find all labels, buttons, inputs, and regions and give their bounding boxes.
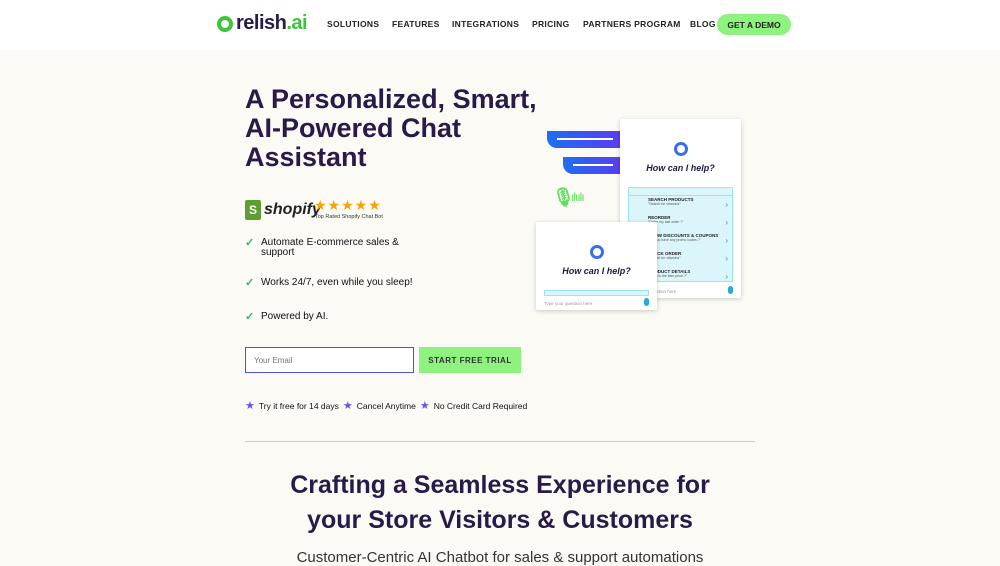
feature-item: ✓ Powered by AI. <box>245 311 329 323</box>
feature-item: ✓ Works 24/7, even while you sleep! <box>245 277 413 289</box>
star-icon: ★ <box>419 400 430 412</box>
email-input[interactable] <box>245 347 414 373</box>
chat-bubble-graphic <box>563 157 623 174</box>
section-title: Crafting a Seamless Experience for your S… <box>290 471 710 534</box>
nav-integrations[interactable]: INTEGRATIONS <box>452 19 519 29</box>
chat-option[interactable]: SEARCH PRODUCTS "Search for vitamins" <box>629 197 732 214</box>
get-demo-button[interactable]: GET A DEMO <box>717 14 791 35</box>
check-icon: ✓ <box>245 237 255 249</box>
chat-bubble-graphic <box>547 131 623 148</box>
header: relish.ai SOLUTIONS FEATURES INTEGRATION… <box>0 0 1000 50</box>
section-subtitle: Customer-Centric AI Chatbot for sales & … <box>296 549 704 566</box>
start-free-trial-button[interactable]: START FREE TRIAL <box>419 347 521 373</box>
shopify-bag-icon: S <box>245 200 261 220</box>
nav-partners-program[interactable]: PARTNERS PROGRAM <box>583 19 681 29</box>
logo-chat-icon <box>217 15 233 32</box>
feature-item: ✓ Automate E-commerce sales & support <box>245 237 399 258</box>
hero-title: A Personalized, Smart, AI-Powered Chat A… <box>245 84 537 172</box>
divider <box>245 441 755 442</box>
mic-icon[interactable] <box>728 286 733 294</box>
soundwave-icon: ılıılı <box>571 190 585 204</box>
nav-features[interactable]: FEATURES <box>392 19 440 29</box>
chat-widget-small: How can I help? Type your question here <box>536 222 657 310</box>
logo[interactable]: relish.ai <box>217 12 308 35</box>
check-icon: ✓ <box>245 277 255 289</box>
star-icon: ★ <box>342 400 353 412</box>
rating-caption: Top Rated Shopify Chat Bot <box>315 214 383 220</box>
star-icon: ★ <box>245 400 255 412</box>
bot-avatar-icon <box>590 245 604 259</box>
mic-icon[interactable] <box>644 298 649 306</box>
nav-blog[interactable]: BLOG <box>690 19 716 29</box>
check-icon: ✓ <box>245 311 255 323</box>
nav-pricing[interactable]: PRICING <box>532 19 570 29</box>
nav-solutions[interactable]: SOLUTIONS <box>327 19 379 29</box>
shopify-badge: S shopify <box>245 200 321 220</box>
bot-avatar-icon <box>674 142 688 156</box>
perks: ★ Try it free for 14 days ★ Cancel Anytime… <box>245 400 528 412</box>
rating-stars: ★★★★★ <box>314 197 382 213</box>
